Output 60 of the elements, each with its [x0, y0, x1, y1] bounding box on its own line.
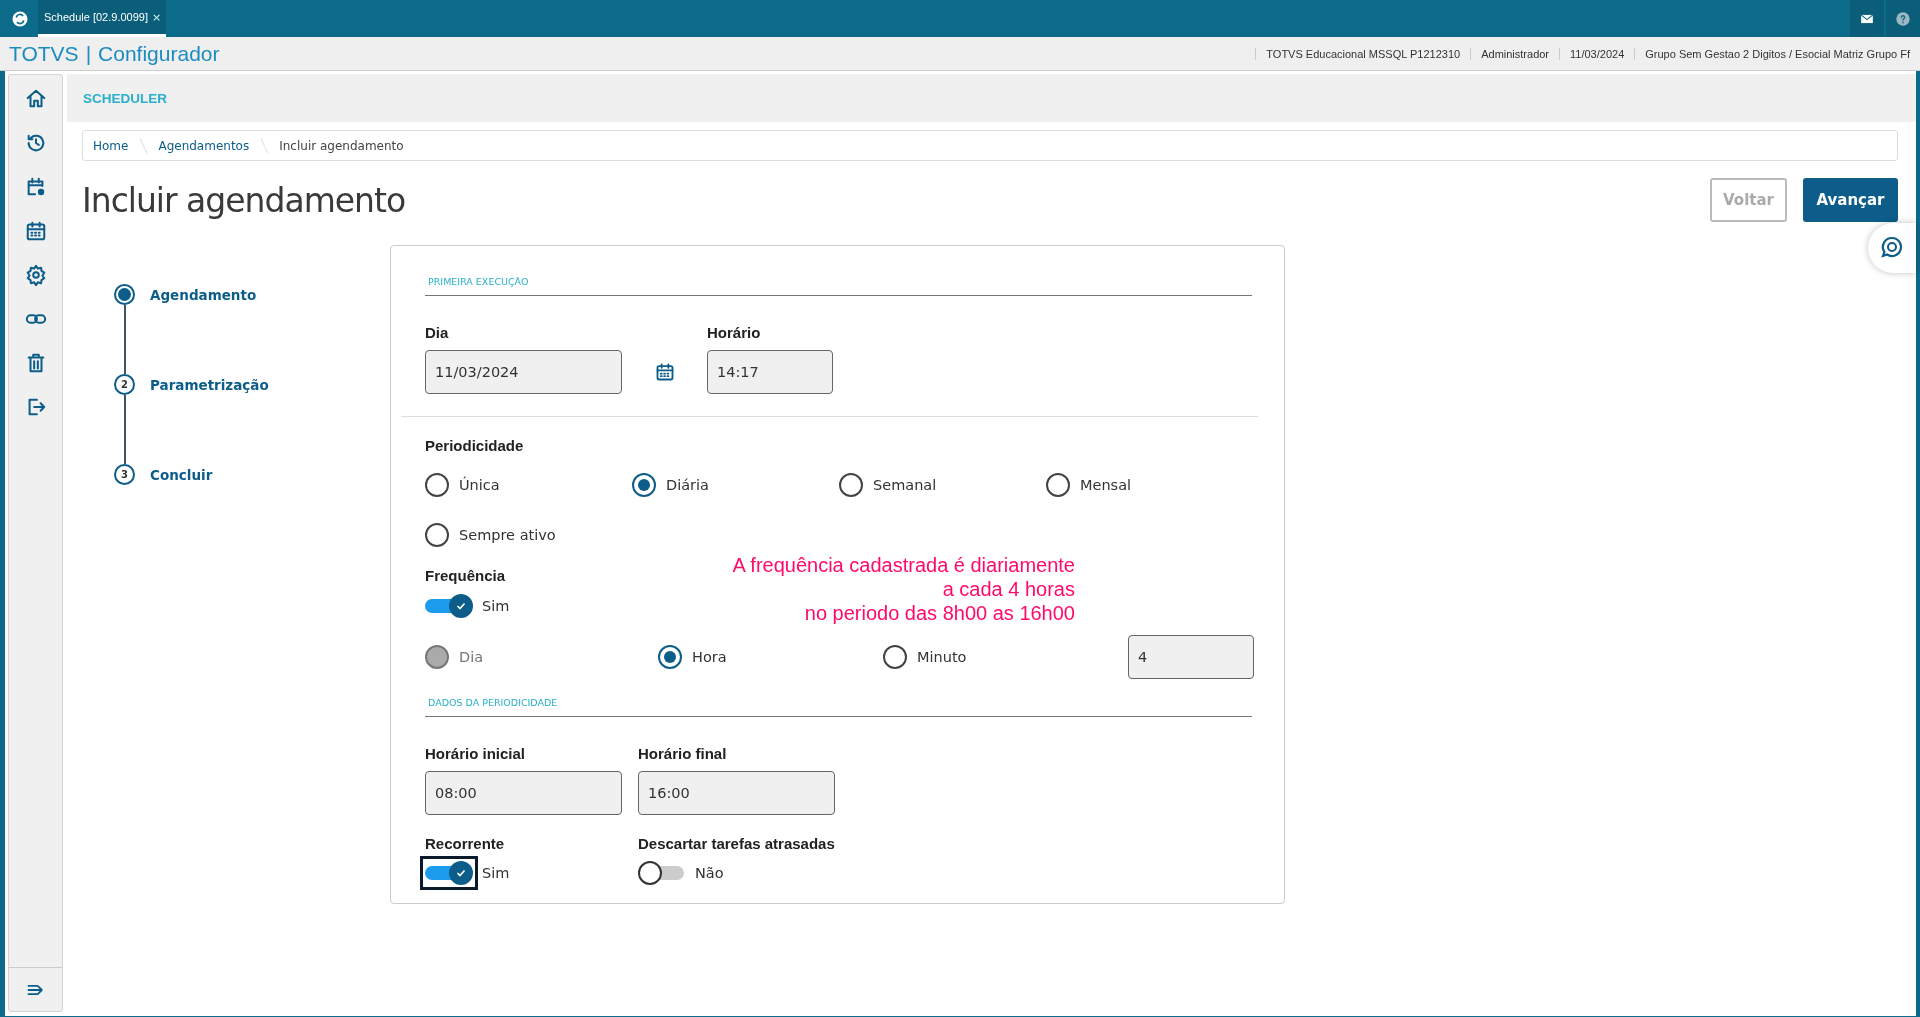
help-icon[interactable] [1886, 0, 1920, 37]
tab-title: Schedule [02.9.0099] [44, 11, 148, 23]
home-icon[interactable] [24, 87, 47, 110]
close-icon[interactable]: × [152, 10, 162, 24]
header-info: 11/03/2024 [1559, 47, 1635, 60]
toggle-switch[interactable] [425, 594, 473, 618]
field-label: Recorrente [425, 835, 506, 852]
radio-option[interactable]: Sempre ativo [425, 522, 632, 547]
mail-icon[interactable] [1850, 0, 1884, 37]
field-label: Horário [707, 324, 762, 341]
header-info: Administrador [1470, 47, 1560, 60]
calendar-icon[interactable] [654, 362, 675, 382]
breadcrumb-current: Incluir agendamento [279, 138, 404, 153]
settings-icon[interactable] [24, 263, 47, 286]
brand-name: TOTVS [9, 41, 79, 66]
input-field[interactable]: 14:17 [707, 350, 833, 394]
module-name: Configurador [98, 41, 220, 66]
toggle-label: Sim [482, 865, 510, 881]
input-field[interactable]: 11/03/2024 [425, 350, 622, 394]
breadcrumb-link[interactable]: Home [93, 138, 129, 153]
radio-option[interactable]: Única [425, 472, 632, 497]
radio-option[interactable]: Diária [632, 472, 839, 497]
next-button[interactable]: Avançar [1803, 178, 1898, 222]
input-field[interactable]: 16:00 [638, 771, 835, 815]
field-label: Frequência [425, 567, 507, 584]
radio-option[interactable]: Hora [658, 644, 883, 670]
section-title: SCHEDULER [83, 90, 167, 106]
calendar-icon[interactable] [24, 219, 47, 242]
step-number: 2 [114, 374, 135, 395]
toggle-label: Sim [482, 598, 510, 614]
radio-option[interactable]: Semanal [839, 472, 1046, 497]
field-label: Descartar tarefas atrasadas [638, 835, 836, 852]
annotation-text: A frequência cadastrada é diariamente a cada 4 horas no periodo das 8h00 as 16h00 [732, 553, 1075, 625]
radio-option[interactable]: Minuto [883, 644, 1128, 670]
section-heading: DADOS DA PERIODICIDADE [428, 697, 558, 708]
field-label: Horário inicial [425, 745, 527, 762]
radio-option: Dia [425, 644, 658, 670]
step-number: 3 [114, 464, 135, 485]
app-tab[interactable]: Schedule [02.9.0099] × [38, 0, 167, 37]
input-field[interactable]: 4 [1128, 635, 1254, 679]
toggle-label: Não [695, 865, 724, 881]
toggle-switch[interactable] [638, 861, 686, 885]
breadcrumb-link[interactable]: Agendamentos [158, 138, 250, 153]
header-info: TOTVS Educacional MSSQL P1212310 [1255, 47, 1471, 60]
page-title: Incluir agendamento [82, 180, 406, 220]
brand-separator: | [85, 41, 92, 66]
input-field[interactable]: 08:00 [425, 771, 622, 815]
header-info: Grupo Sem Gestao 2 Digitos / Esocial Matriz Grupo Ff [1634, 47, 1920, 60]
check-icon [456, 868, 466, 878]
field-label: Horário final [638, 745, 728, 762]
step-label[interactable]: Agendamento [150, 286, 257, 303]
chat-icon[interactable] [1868, 223, 1916, 273]
field-label: Periodicidade [425, 437, 525, 454]
check-icon [456, 601, 466, 611]
step-label[interactable]: Concluir [150, 466, 213, 483]
section-heading: PRIMEIRA EXECUÇÃO [428, 276, 529, 287]
app-logo-icon [11, 9, 29, 28]
radio-option[interactable]: Mensal [1046, 472, 1253, 497]
step-label[interactable]: Parametrização [150, 376, 269, 393]
field-label: Dia [425, 324, 450, 341]
